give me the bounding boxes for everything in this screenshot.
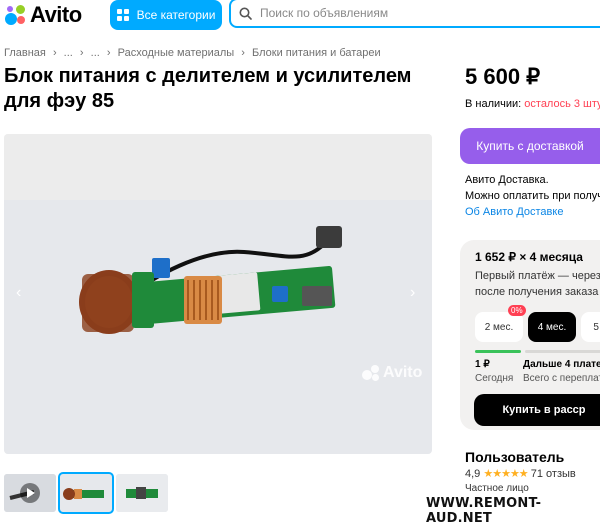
listing-title: Блок питания с делителем и усилителем дл… xyxy=(4,65,412,112)
thumbnail-video[interactable] xyxy=(4,474,56,512)
thumbnail-photo[interactable] xyxy=(116,474,168,512)
about-delivery-link[interactable]: Об Авито Доставке xyxy=(465,204,600,220)
grid-icon xyxy=(116,9,129,21)
installment-card: 1 652 ₽ × 4 месяца Первый платёж — через… xyxy=(460,240,600,430)
zero-percent-badge: 0% xyxy=(508,305,526,316)
payment-bar-today xyxy=(475,350,521,353)
breadcrumb: Главная › ... › ... › Расходные материал… xyxy=(4,47,385,59)
logo-text: Avito xyxy=(30,2,82,27)
stock-label: В наличии: xyxy=(465,98,525,110)
thumbnail-image xyxy=(60,474,112,512)
breadcrumb-ellipsis[interactable]: ... xyxy=(64,47,73,59)
rating-value: 4,9 xyxy=(465,468,481,480)
search-input[interactable] xyxy=(258,5,562,21)
pay-later: Дальше 4 платеж Всего с переплат xyxy=(523,358,600,386)
breadcrumb-separator: › xyxy=(106,47,111,59)
pay-today: 1 ₽ Сегодня xyxy=(475,358,513,386)
pay-later-label: Дальше 4 платеж xyxy=(523,359,600,370)
breadcrumb-separator: › xyxy=(241,47,245,59)
avito-logo-icon xyxy=(4,4,26,26)
breadcrumb-separator: › xyxy=(52,47,57,59)
all-categories-button[interactable]: Все категории xyxy=(110,0,222,30)
pay-today-amount: 1 ₽ xyxy=(475,359,490,370)
price: 5 600 ₽ xyxy=(465,64,541,89)
breadcrumb-separator: › xyxy=(79,47,84,59)
avito-watermark-icon xyxy=(362,365,379,381)
term-option-4-selected[interactable]: 4 мес. xyxy=(528,312,576,342)
buy-with-delivery-button[interactable]: Купить с доставкой xyxy=(460,128,600,164)
reviews-link[interactable]: 71 отзыв xyxy=(531,468,576,480)
pay-later-sub: Всего с переплат xyxy=(523,373,600,384)
avito-watermark: Avito xyxy=(362,364,422,382)
stock-status: В наличии: осталось 3 шту xyxy=(465,98,600,110)
top-bar: Avito Все категории xyxy=(0,0,600,34)
breadcrumb-consumables[interactable]: Расходные материалы xyxy=(118,47,235,59)
term-option-2[interactable]: 2 мес. xyxy=(475,312,523,342)
breadcrumb-ellipsis[interactable]: ... xyxy=(91,47,100,59)
installment-line: после получения заказа xyxy=(475,286,599,298)
power-supply-module-photo xyxy=(79,226,342,334)
next-photo-arrow[interactable]: › xyxy=(410,284,415,302)
buy-installment-button[interactable]: Купить в расср xyxy=(474,394,600,426)
video-thumbnail-image xyxy=(4,474,56,512)
seller-rating: 4,9 ★★★★★ 71 отзыв xyxy=(465,467,576,480)
payment-bar-later xyxy=(525,350,600,353)
breadcrumb-home[interactable]: Главная xyxy=(4,47,46,59)
rating-stars-icon: ★★★★★ xyxy=(483,468,528,480)
installment-line: Первый платёж — через З xyxy=(475,270,600,282)
search-box[interactable] xyxy=(229,0,600,28)
prev-photo-arrow[interactable]: ‹ xyxy=(16,284,21,302)
avito-watermark-text: Avito xyxy=(383,364,423,381)
thumbnail-image xyxy=(116,474,168,512)
pay-today-label: Сегодня xyxy=(475,373,514,384)
site-watermark: WWW.REMONT-AUD.NET xyxy=(426,496,542,526)
installment-description: Первый платёж — через З после получения … xyxy=(475,268,600,300)
delivery-line: Авито Доставка. xyxy=(465,174,549,186)
delivery-line: Можно оплатить при получ xyxy=(465,190,600,202)
seller-type: Частное лицо xyxy=(465,483,529,494)
search-icon xyxy=(239,7,252,20)
breadcrumb-power-supplies[interactable]: Блоки питания и батареи xyxy=(252,47,381,59)
seller-name[interactable]: Пользователь xyxy=(465,449,564,465)
main-photo[interactable]: ‹ › Avito xyxy=(4,134,432,454)
stock-count: осталось 3 шту xyxy=(524,98,600,110)
term-option-5[interactable]: 5 м xyxy=(581,312,600,342)
delivery-info: Авито Доставка. Можно оплатить при получ… xyxy=(465,172,600,220)
avito-logo[interactable]: Avito xyxy=(4,2,82,27)
thumbnail-photo-selected[interactable] xyxy=(58,472,114,514)
installment-headline: 1 652 ₽ × 4 месяца xyxy=(475,250,583,264)
all-categories-label: Все категории xyxy=(136,8,216,22)
